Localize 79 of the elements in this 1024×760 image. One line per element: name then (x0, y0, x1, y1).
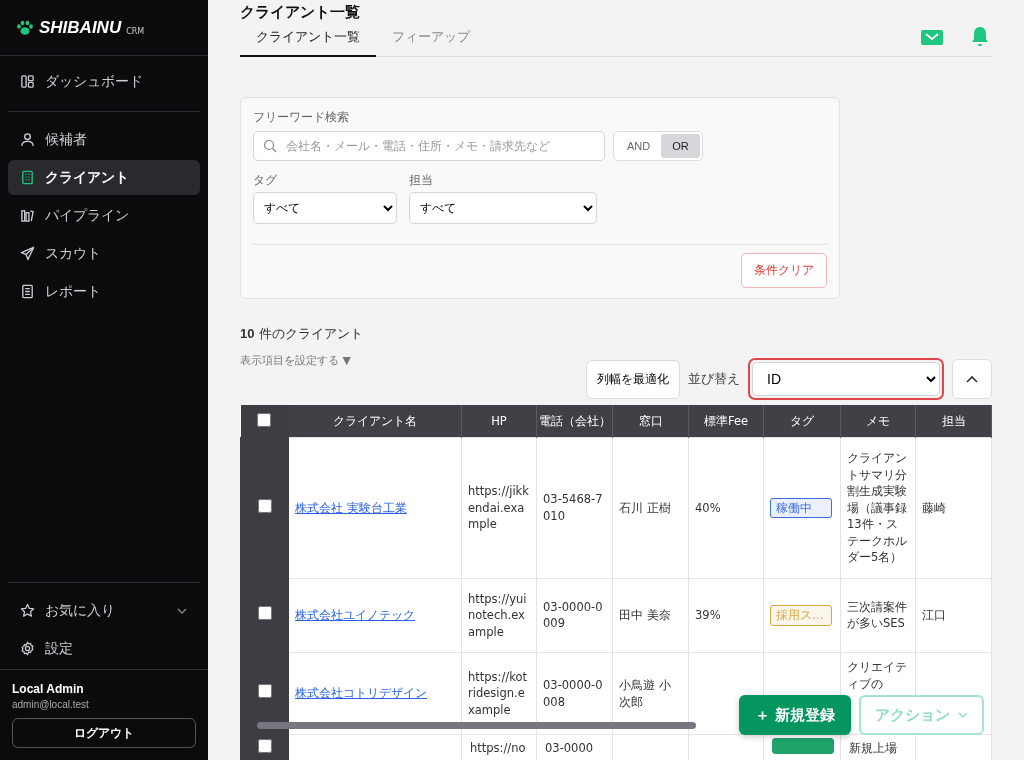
search-field[interactable]: 会社名・メール・電話・住所・メモ・請求先など (253, 131, 605, 161)
chevron-down-icon (958, 711, 968, 719)
logo-suffix: CRM (126, 27, 145, 36)
table-cell: 03-0000 (545, 740, 594, 755)
table-cell: https://jikkendai.example (468, 484, 529, 531)
clear-filters-button[interactable]: 条件クリア (741, 253, 827, 288)
sort-label: 並び替え (688, 370, 740, 388)
row-checkbox[interactable] (257, 684, 272, 699)
row-checkbox[interactable] (257, 606, 272, 620)
row-checkbox[interactable] (257, 498, 272, 513)
column-header: クライアント名 (288, 405, 462, 438)
table-cell: クライアントサマリ分割生成実験場（議事録13件・ステークホルダー5名） (847, 451, 907, 564)
column-settings-link[interactable]: 表示項目を設定する ▼ (240, 353, 351, 368)
table-cell: 三次請案件が多いSES (847, 599, 907, 631)
page-title: クライアント一覧 (240, 3, 361, 22)
nav-item[interactable]: 設定 (8, 631, 200, 666)
column-header: 標準Fee (688, 405, 764, 438)
nav-item[interactable]: ダッシュボード (8, 64, 200, 99)
nav-item[interactable]: スカウト (8, 236, 200, 271)
table-cell: https://no (470, 740, 526, 755)
table-cell: 田中 美奈 (619, 608, 671, 622)
paw-icon (16, 19, 34, 36)
table-cell: 江口 (922, 608, 946, 622)
status-tag: 採用ス… (770, 605, 832, 626)
column-header: タグ (763, 405, 841, 438)
chevron-up-icon (965, 374, 979, 384)
client-name-link[interactable]: 株式会社 実験台工業 (295, 500, 407, 515)
column-header: メモ (840, 405, 916, 438)
table-cell: 03-0000-0009 (543, 599, 603, 631)
client-name-link[interactable]: 株式会社ユイノテック (295, 608, 415, 622)
table-cell: 小鳥遊 小次郎 (619, 678, 671, 709)
column-header: 電話（会社） (536, 405, 613, 438)
building-icon (20, 170, 35, 185)
nav-item[interactable]: パイプライン (8, 198, 200, 233)
column-header: 担当 (915, 405, 992, 438)
autofit-columns-button[interactable]: 列幅を最適化 (586, 359, 680, 399)
table-cell: 新規上場 (849, 740, 897, 755)
horizontal-scrollbar[interactable] (257, 722, 696, 729)
sort-dropdown[interactable]: ID (748, 358, 944, 400)
settings-icon (20, 641, 35, 656)
logo-wordmark: SHIBAINU (39, 17, 122, 38)
logout-button[interactable]: ログアウト (12, 718, 196, 748)
filter-dropdown[interactable]: すべて (409, 192, 597, 224)
client-name-link[interactable]: 株式会社コトリデザイン (295, 686, 427, 701)
row-checkbox[interactable] (257, 739, 272, 753)
table-cell: 39% (695, 608, 721, 622)
field-label: 担当 (409, 173, 434, 188)
dashboard-grid-icon (20, 74, 35, 89)
table-cell: 03-5468-7010 (543, 492, 603, 523)
match-mode-toggle[interactable]: AND (616, 134, 662, 158)
paper-plane-icon (20, 246, 35, 261)
field-label: フリーワード検索 (253, 110, 350, 125)
table-cell: クリエイティブの (847, 660, 907, 691)
star-icon (20, 603, 35, 618)
match-mode-toggle[interactable]: OR (661, 134, 700, 158)
table-cell: https://yuinotech.example (468, 591, 527, 639)
status-tag: 稼働中 (770, 497, 832, 518)
table-cell: 藤崎 (922, 500, 946, 515)
person-icon (20, 132, 35, 147)
table-cell: 40% (695, 500, 721, 515)
filter-dropdown[interactable]: すべて (253, 192, 397, 224)
nav-item[interactable]: 候補者 (8, 122, 200, 157)
user-name: Local Admin (12, 682, 85, 696)
nav-item[interactable]: クライアント (8, 160, 200, 195)
user-email: admin@local.test (12, 699, 90, 710)
field-label: タグ (253, 173, 278, 188)
nav-item[interactable]: お気に入り (8, 593, 200, 628)
bar-columns-icon (20, 208, 35, 223)
nav-item[interactable]: レポート (8, 274, 200, 309)
select-all-checkbox[interactable] (257, 412, 272, 427)
create-button[interactable]: ＋ 新規登録 (738, 695, 851, 735)
column-header: 窓口 (612, 405, 689, 438)
result-count: 10 件のクライアント (240, 325, 364, 343)
document-icon (20, 284, 35, 299)
table-cell: https://kotridesign.example (468, 669, 528, 717)
table-cell: 石川 正樹 (619, 500, 671, 515)
tab[interactable]: クライアント一覧 (240, 22, 376, 57)
table-cell: 03-0000-0008 (543, 678, 603, 709)
column-header: HP (461, 405, 537, 438)
